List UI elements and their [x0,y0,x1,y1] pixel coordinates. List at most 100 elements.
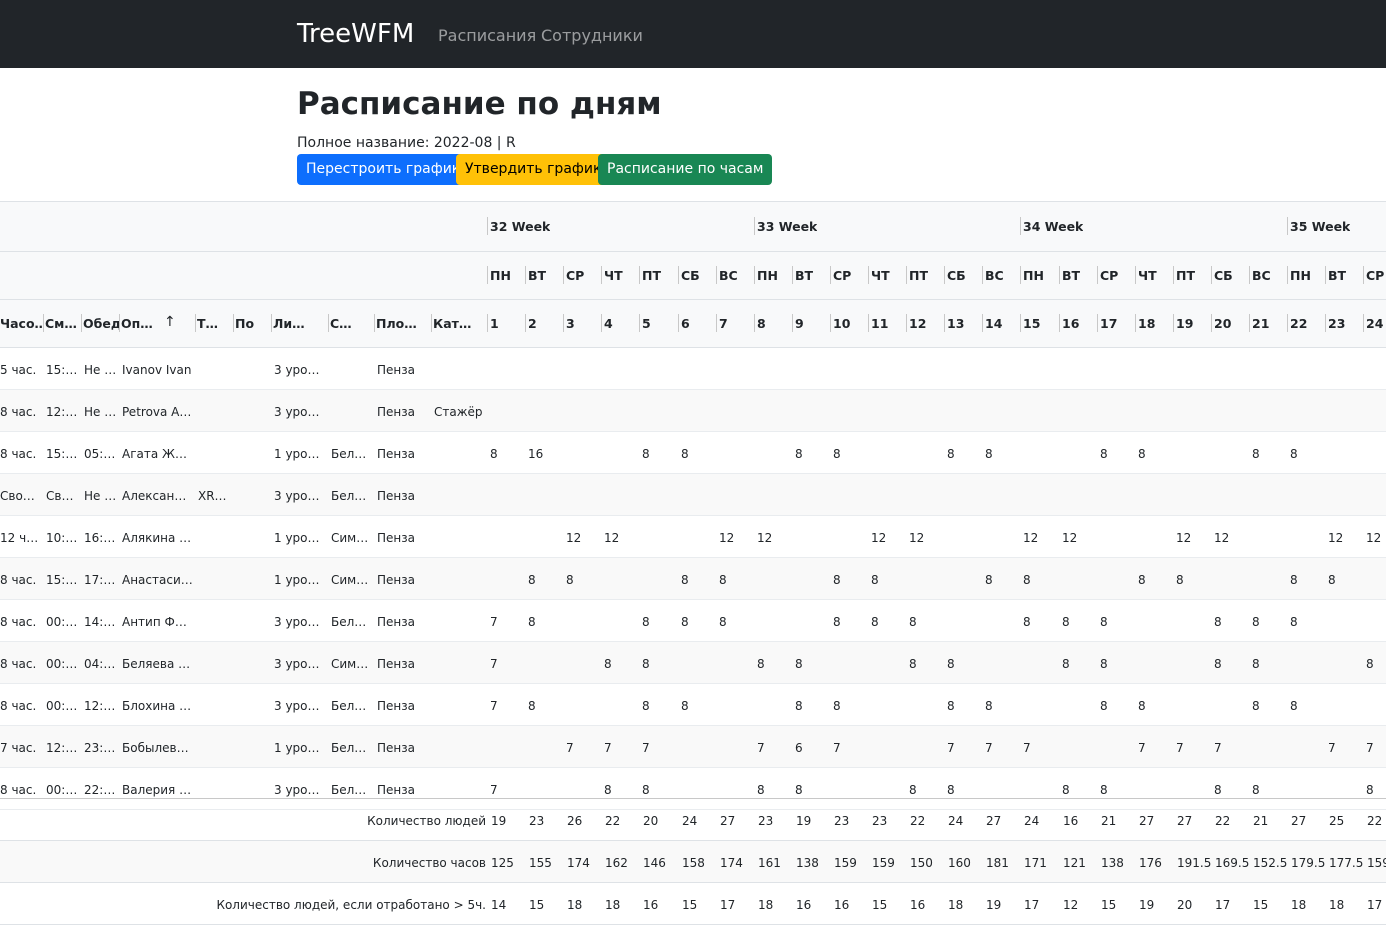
cell-employee-name[interactable]: Беляева Л… [122,657,194,671]
day-number-header[interactable]: 1 [490,316,499,331]
day-hours-cell[interactable]: 7 [490,657,498,671]
day-number-header[interactable]: 15 [1023,316,1040,331]
day-hours-cell[interactable]: 8 [833,447,841,461]
day-hours-cell[interactable]: 8 [1062,657,1070,671]
day-hours-cell[interactable]: 8 [1252,615,1260,629]
day-hours-cell[interactable]: 8 [1366,783,1374,797]
day-hours-cell[interactable]: 8 [833,699,841,713]
day-hours-cell[interactable]: 16 [528,447,543,461]
cell-employee-name[interactable]: Ivanov Ivan [122,363,194,377]
day-hours-cell[interactable]: 8 [1176,573,1184,587]
col-operator[interactable]: Оп… [121,316,157,331]
day-hours-cell[interactable]: 8 [1138,447,1146,461]
day-hours-cell[interactable]: 8 [1252,783,1260,797]
day-hours-cell[interactable]: 8 [795,699,803,713]
day-number-header[interactable]: 4 [604,316,613,331]
day-hours-cell[interactable]: 7 [947,741,955,755]
day-number-header[interactable]: 16 [1062,316,1079,331]
cell-employee-name[interactable]: Бобылева… [122,741,194,755]
day-hours-cell[interactable]: 7 [1138,741,1146,755]
day-number-header[interactable]: 11 [871,316,888,331]
day-hours-cell[interactable]: 8 [833,615,841,629]
sort-ascending-icon[interactable]: ↑ [164,314,176,330]
day-number-header[interactable]: 8 [757,316,766,331]
col-shift[interactable]: См… [45,316,81,331]
day-hours-cell[interactable]: 7 [757,741,765,755]
day-hours-cell[interactable]: 8 [604,657,612,671]
day-hours-cell[interactable]: 12 [1023,531,1038,545]
nav-link-employees[interactable]: Сотрудники [541,26,643,45]
day-hours-cell[interactable]: 12 [1176,531,1191,545]
day-hours-cell[interactable]: 12 [566,531,581,545]
day-hours-cell[interactable]: 12 [871,531,886,545]
approve-schedule-button[interactable]: Утвердить график [456,154,611,185]
day-hours-cell[interactable]: 7 [985,741,993,755]
day-hours-cell[interactable]: 12 [1328,531,1343,545]
day-hours-cell[interactable]: 8 [1366,657,1374,671]
day-hours-cell[interactable]: 8 [1252,699,1260,713]
day-hours-cell[interactable]: 8 [1328,573,1336,587]
day-hours-cell[interactable]: 8 [947,657,955,671]
day-hours-cell[interactable]: 8 [795,447,803,461]
day-hours-cell[interactable]: 8 [947,447,955,461]
day-hours-cell[interactable]: 8 [947,699,955,713]
day-hours-cell[interactable]: 8 [642,783,650,797]
cell-employee-name[interactable]: Александ… [122,489,194,503]
cell-employee-name[interactable]: Petrova Ali… [122,405,194,419]
cell-employee-name[interactable]: Алякина … [122,531,194,545]
day-hours-cell[interactable]: 8 [1290,615,1298,629]
day-number-header[interactable]: 19 [1176,316,1193,331]
day-hours-cell[interactable]: 8 [681,573,689,587]
day-hours-cell[interactable]: 8 [642,447,650,461]
cell-employee-name[interactable]: Блохина Е… [122,699,194,713]
day-hours-cell[interactable]: 7 [1214,741,1222,755]
col-level[interactable]: Ли… [273,316,328,331]
day-number-header[interactable]: 2 [528,316,537,331]
day-hours-cell[interactable]: 8 [1290,447,1298,461]
day-hours-cell[interactable]: 12 [1366,531,1381,545]
day-hours-cell[interactable]: 8 [719,615,727,629]
col-po[interactable]: По [235,316,271,331]
day-number-header[interactable]: 13 [947,316,964,331]
day-number-header[interactable]: 20 [1214,316,1231,331]
day-hours-cell[interactable]: 12 [757,531,772,545]
day-hours-cell[interactable]: 8 [1100,699,1108,713]
day-hours-cell[interactable]: 8 [1252,447,1260,461]
hourly-schedule-button[interactable]: Расписание по часам [598,154,773,185]
day-number-header[interactable]: 7 [719,316,728,331]
day-hours-cell[interactable]: 8 [833,573,841,587]
day-hours-cell[interactable]: 7 [642,741,650,755]
day-hours-cell[interactable]: 8 [985,699,993,713]
day-hours-cell[interactable]: 8 [528,573,536,587]
day-hours-cell[interactable]: 8 [795,783,803,797]
day-hours-cell[interactable]: 8 [1214,615,1222,629]
day-number-header[interactable]: 23 [1328,316,1345,331]
day-hours-cell[interactable]: 6 [795,741,803,755]
col-t[interactable]: Т… [197,316,233,331]
day-hours-cell[interactable]: 8 [681,447,689,461]
nav-link-schedules[interactable]: Расписания [438,26,536,45]
day-hours-cell[interactable]: 8 [1062,615,1070,629]
day-number-header[interactable]: 17 [1100,316,1117,331]
day-hours-cell[interactable]: 12 [1214,531,1229,545]
day-hours-cell[interactable]: 7 [1176,741,1184,755]
day-hours-cell[interactable]: 8 [1062,783,1070,797]
day-hours-cell[interactable]: 8 [909,615,917,629]
cell-employee-name[interactable]: Агата Жда… [122,447,194,461]
day-number-header[interactable]: 14 [985,316,1002,331]
day-number-header[interactable]: 22 [1290,316,1307,331]
day-hours-cell[interactable]: 8 [1290,699,1298,713]
day-hours-cell[interactable]: 8 [947,783,955,797]
cell-employee-name[interactable]: Валерия … [122,783,194,797]
day-hours-cell[interactable]: 8 [1138,573,1146,587]
day-hours-cell[interactable]: 8 [1100,783,1108,797]
day-hours-cell[interactable]: 8 [871,615,879,629]
day-hours-cell[interactable]: 12 [1062,531,1077,545]
day-hours-cell[interactable]: 8 [871,573,879,587]
brand-logo[interactable]: TreeWFM [297,19,414,49]
day-hours-cell[interactable]: 8 [985,573,993,587]
day-number-header[interactable]: 12 [909,316,926,331]
day-hours-cell[interactable]: 7 [490,699,498,713]
day-hours-cell[interactable]: 12 [719,531,734,545]
day-hours-cell[interactable]: 7 [490,783,498,797]
